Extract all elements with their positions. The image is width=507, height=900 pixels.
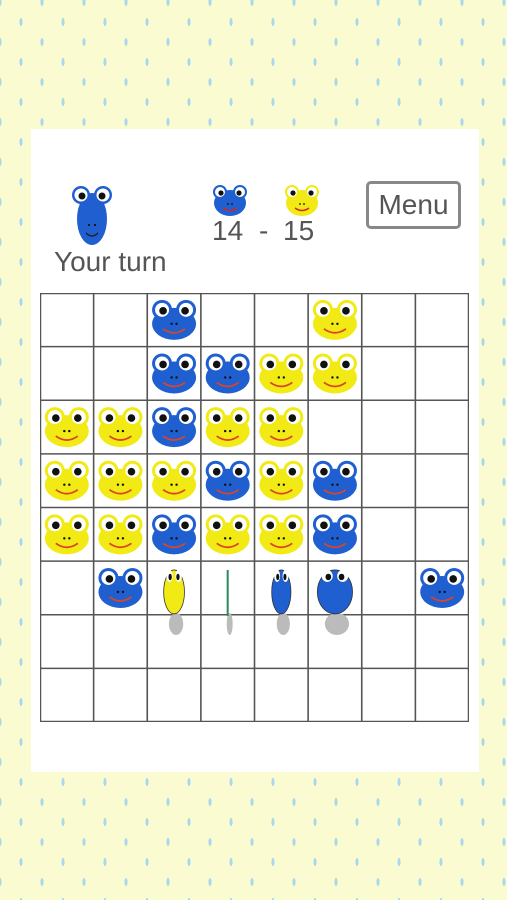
board-cell[interactable] [94, 293, 148, 347]
blue-frog-score-icon [213, 185, 247, 216]
board-cell[interactable] [201, 668, 255, 722]
turn-status-label: Your turn [54, 246, 167, 277]
board-cell[interactable] [362, 400, 416, 454]
board-cell[interactable] [362, 454, 416, 508]
board-cell[interactable] [362, 508, 416, 562]
board-cell[interactable] [415, 508, 469, 562]
blue-score: 14 [212, 215, 244, 246]
board-cell[interactable] [362, 347, 416, 401]
board-cell[interactable] [362, 615, 416, 669]
board-cell[interactable] [255, 293, 309, 347]
board-cell[interactable] [415, 400, 469, 454]
yellow-frog-score-icon [285, 185, 319, 216]
board-cell[interactable] [362, 293, 416, 347]
yellow-score: 15 [283, 215, 315, 246]
menu-button[interactable]: Menu [366, 181, 461, 229]
board-cell[interactable] [362, 668, 416, 722]
board-cell[interactable] [40, 347, 94, 401]
score-separator: - [259, 215, 269, 246]
board-cell[interactable] [415, 347, 469, 401]
board-cell[interactable] [40, 668, 94, 722]
current-turn-blue-frog-icon [72, 186, 112, 245]
board-cell[interactable] [40, 615, 94, 669]
board-cell[interactable] [94, 347, 148, 401]
board-cell[interactable] [415, 293, 469, 347]
board-cell[interactable] [415, 454, 469, 508]
board-cell[interactable] [40, 561, 94, 615]
board-cell[interactable] [415, 615, 469, 669]
board-cell[interactable] [415, 668, 469, 722]
board-cell[interactable] [201, 293, 255, 347]
board-cell[interactable] [308, 668, 362, 722]
board-cell[interactable] [362, 561, 416, 615]
board-cell[interactable] [255, 668, 309, 722]
game-board [40, 293, 469, 722]
board-cell[interactable] [40, 293, 94, 347]
board-cell[interactable] [94, 668, 148, 722]
board-cell[interactable] [94, 615, 148, 669]
board-cell[interactable] [147, 668, 201, 722]
board-cell[interactable] [308, 400, 362, 454]
